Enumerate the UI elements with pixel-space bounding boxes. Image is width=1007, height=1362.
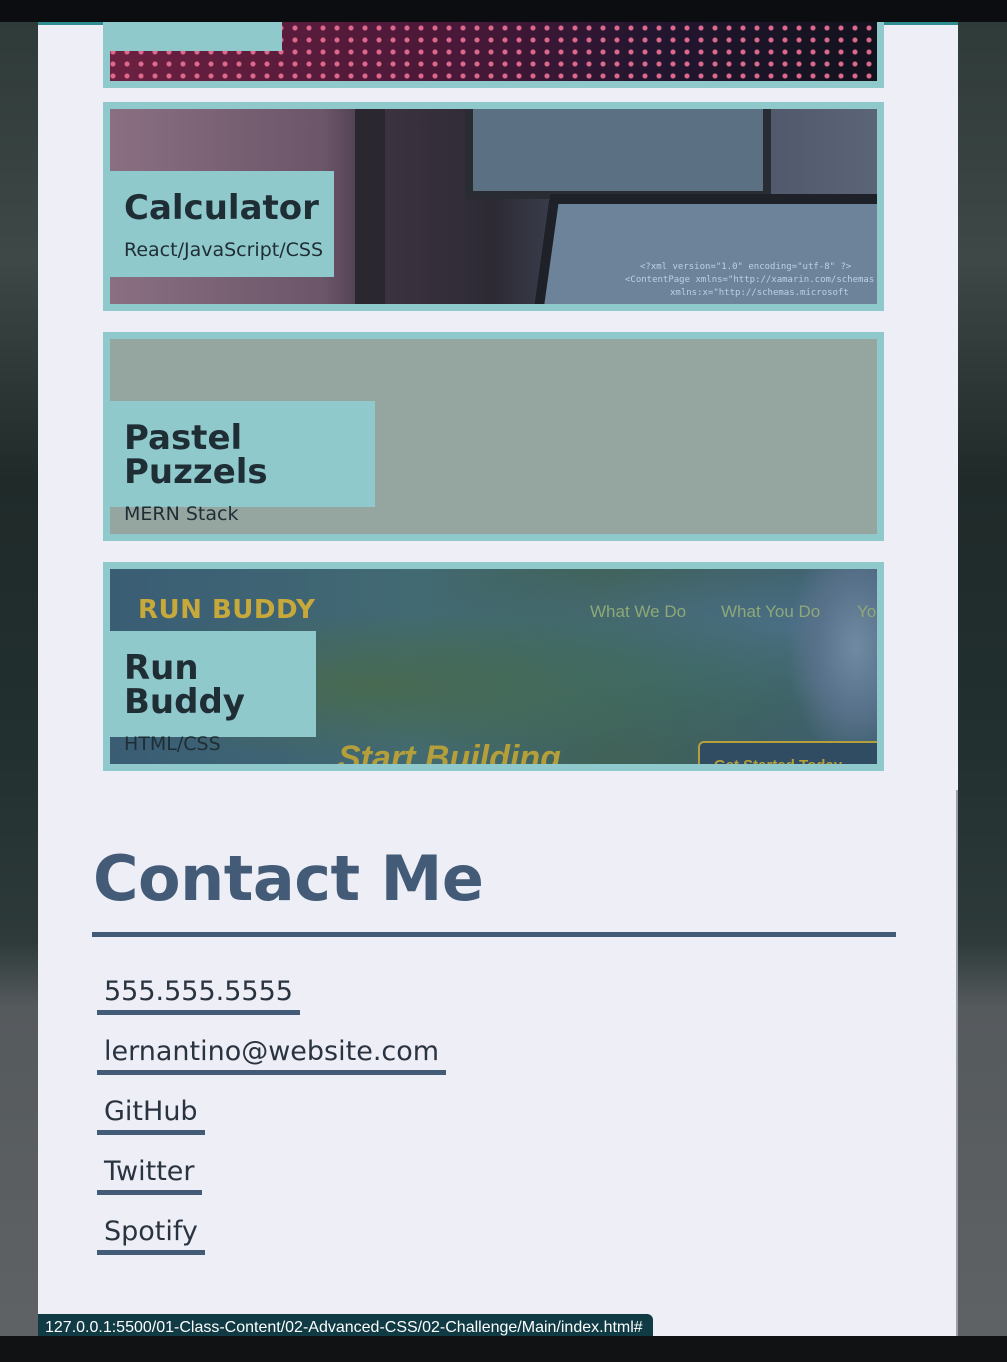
thumbnail-nav-item: What You Do xyxy=(721,602,821,621)
browser-top-bar xyxy=(0,0,1007,22)
list-item: Spotify xyxy=(97,1216,446,1276)
project-label: Pastel Puzzels MERN Stack xyxy=(110,401,375,525)
contact-twitter-link[interactable]: Twitter xyxy=(97,1156,202,1196)
thumbnail-nav-item: What We Do xyxy=(590,602,687,621)
project-tech: React/JavaScript/CSS xyxy=(124,239,324,261)
project-label: Calculator React/JavaScript/CSS xyxy=(110,171,334,277)
list-item: Twitter xyxy=(97,1156,446,1216)
thumbnail-decor xyxy=(355,109,385,304)
project-label xyxy=(110,22,282,51)
web-page: <?xml version="1.0" encoding="utf-8" ?> … xyxy=(38,22,958,1336)
project-card-pastel-puzzels[interactable]: Pastel Puzzels MERN Stack xyxy=(103,332,884,541)
contact-phone-link[interactable]: 555.555.5555 xyxy=(97,976,300,1016)
status-bar-url: 127.0.0.1:5500/01-Class-Content/02-Advan… xyxy=(38,1314,653,1336)
project-tech: MERN Stack xyxy=(124,503,239,525)
scrollbar[interactable] xyxy=(956,790,958,1336)
thumbnail-monitor xyxy=(465,109,771,199)
project-card-run-buddy[interactable]: RUN BUDDY What We Do What You Do Yo Star… xyxy=(103,562,884,771)
project-card-calculator[interactable]: <?xml version="1.0" encoding="utf-8" ?> … xyxy=(103,102,884,311)
thumbnail-nav-item: Yo xyxy=(857,602,877,621)
project-title: Calculator xyxy=(124,188,319,228)
project-title: Run Buddy xyxy=(124,648,245,722)
browser-bottom-bar xyxy=(0,1336,1007,1362)
contact-spotify-link[interactable]: Spotify xyxy=(97,1216,205,1256)
contact-heading: Contact Me xyxy=(93,842,484,915)
project-card-previous[interactable] xyxy=(103,22,884,88)
project-label: Run Buddy HTML/CSS xyxy=(110,631,316,755)
thumbnail-cta: Get Started Today xyxy=(698,741,877,771)
project-tech: HTML/CSS xyxy=(124,733,221,755)
code-line: <ContentPage xmlns="http://xamarin.com/s… xyxy=(625,275,875,285)
contact-email-link[interactable]: lernantino@website.com xyxy=(97,1036,447,1076)
contact-divider xyxy=(92,932,896,937)
contact-github-link[interactable]: GitHub xyxy=(97,1096,205,1136)
thumbnail-hero-text: Start Building xyxy=(338,739,561,771)
code-line: <?xml version="1.0" encoding="utf-8" ?> xyxy=(640,262,852,272)
list-item: GitHub xyxy=(97,1096,446,1156)
list-item: 555.555.5555 xyxy=(97,976,446,1036)
thumbnail-logo-text: RUN BUDDY xyxy=(138,595,316,625)
contact-list: 555.555.5555 lernantino@website.com GitH… xyxy=(97,976,447,1276)
thumbnail-cta-label: Get Started Today xyxy=(714,757,843,771)
project-title: Pastel Puzzels xyxy=(124,418,268,492)
code-line: xmlns:x="http://schemas.microsoft xyxy=(670,288,849,298)
thumbnail-runner xyxy=(786,569,877,764)
list-item: lernantino@website.com xyxy=(97,1036,447,1096)
